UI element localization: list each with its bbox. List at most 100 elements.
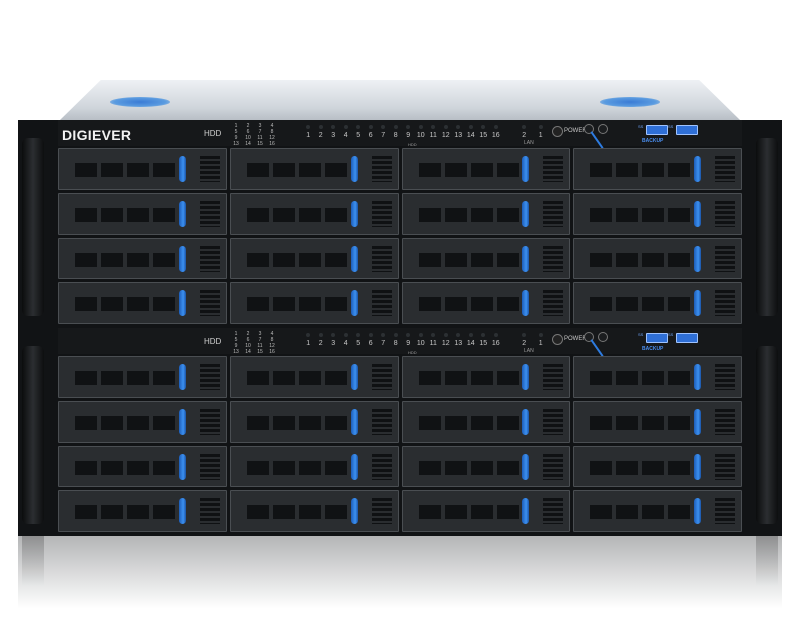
hdd-map-cell: 16: [269, 141, 275, 147]
drive-bay: [229, 282, 399, 324]
drive-bay: [573, 356, 742, 398]
hdd-led: [318, 333, 323, 337]
led-number: 16: [491, 132, 500, 139]
drive-bay: [229, 490, 399, 532]
hdd-led: [331, 125, 336, 129]
drive-handle-icon: [178, 200, 186, 227]
drive-handle-icon: [350, 453, 358, 480]
drive-bay: [58, 490, 227, 532]
led-number: 8: [393, 132, 398, 139]
drive-handle-icon: [522, 245, 530, 272]
lan-led-group: 2 1: [518, 333, 547, 348]
drive-handle-icon: [178, 245, 186, 272]
drive-handle-icon: [178, 364, 186, 390]
drive-handle-icon: [522, 453, 530, 480]
hdd-led: [343, 333, 348, 337]
backup-label: BACKUP: [642, 346, 664, 352]
drive-handle-icon: [350, 245, 358, 272]
led-number: 4: [343, 340, 348, 347]
brand-logo: DIGIEVER: [62, 127, 132, 143]
handle-reflection: [22, 536, 44, 586]
drive-handle-icon: [178, 156, 186, 182]
hdd-map-cell: 15: [257, 141, 263, 147]
usb-tag: SS: [638, 332, 644, 337]
hdd-led: [431, 333, 436, 337]
hdd-led: [431, 125, 436, 129]
bottom-unit: HDD 1 2 3 4 5 6 7 8 9 10 11 12 13 14 15 …: [18, 328, 782, 536]
led-number: 13: [454, 340, 463, 347]
drive-bay: [229, 237, 399, 280]
led-number: 13: [454, 132, 463, 139]
drive-handle-icon: [694, 453, 701, 480]
drive-bay-grid: [58, 356, 742, 532]
lan-led: [538, 333, 543, 337]
usb-port-icon: [676, 333, 698, 343]
drive-handle-icon: [522, 290, 530, 317]
lan-number: 2: [522, 132, 527, 139]
led-number: 1: [306, 340, 311, 347]
hdd-group-label: HDD: [408, 350, 417, 355]
drive-bay: [573, 490, 742, 532]
usb-port-icon: [676, 125, 698, 135]
led-number: 1: [306, 132, 311, 139]
led-number: 6: [368, 132, 373, 139]
hdd-led: [343, 125, 348, 129]
hdd-led: [456, 333, 461, 337]
lan-number: 1: [538, 132, 543, 139]
led-number: 8: [393, 340, 398, 347]
hdd-led-row: 1 2 3 4 5 6 7 8 9 10 11 12 13 14 15 16: [302, 125, 502, 140]
hdd-led: [418, 125, 423, 129]
drive-bay: [58, 237, 227, 280]
drive-bay: [401, 237, 571, 280]
hdd-map-cell: 14: [245, 141, 251, 147]
drive-bay: [229, 356, 399, 398]
hdd-led: [368, 333, 373, 337]
led-number: 9: [406, 340, 411, 347]
backup-label: BACKUP: [642, 138, 664, 144]
drive-bay: [401, 445, 571, 488]
drive-handle-icon: [522, 498, 530, 525]
drive-handle-icon: [694, 290, 701, 317]
led-number: 14: [466, 132, 475, 139]
hdd-led: [456, 125, 461, 129]
drive-bay: [229, 400, 399, 443]
top-unit: DIGIEVER HDD 1 2 3 4 5 6 7 8 9 10 11 12 …: [18, 120, 782, 328]
hdd-map-cell: 14: [245, 349, 251, 355]
usb-tag: SS: [668, 124, 674, 129]
led-number: 10: [416, 340, 425, 347]
drive-bay: [573, 148, 742, 190]
drive-handle-icon: [178, 408, 186, 435]
drive-handle-icon: [178, 290, 186, 317]
drive-bay: [58, 445, 227, 488]
drive-handle-icon: [694, 200, 701, 227]
front-button: [598, 124, 608, 134]
led-number: 3: [331, 132, 336, 139]
led-number: 2: [318, 132, 323, 139]
drive-handle-icon: [522, 364, 530, 390]
hdd-led: [468, 333, 473, 337]
lan-number: 1: [538, 340, 543, 347]
drive-handle-icon: [350, 498, 358, 525]
hdd-led: [306, 333, 311, 337]
hdd-led: [356, 125, 361, 129]
hdd-label: HDD: [204, 337, 222, 346]
hdd-led: [481, 333, 486, 337]
lan-led: [538, 125, 543, 129]
rack-handle-left: [22, 138, 44, 316]
led-number: 14: [466, 340, 475, 347]
drive-handle-icon: [350, 290, 358, 317]
drive-handle-icon: [350, 200, 358, 227]
lan-label: LAN: [524, 140, 534, 146]
drive-handle-icon: [178, 453, 186, 480]
led-number: 15: [479, 340, 488, 347]
led-number: 12: [441, 340, 450, 347]
drive-bay: [573, 282, 742, 324]
hdd-map: 1 2 3 4 5 6 7 8 9 10 11 12 13 14 15 16: [230, 331, 278, 355]
drive-bay: [58, 148, 227, 190]
hdd-led: [406, 333, 411, 337]
rack-handle-right: [756, 346, 778, 524]
drive-bay: [573, 400, 742, 443]
drive-bay: [573, 237, 742, 280]
drive-bay: [229, 445, 399, 488]
drive-bay: [58, 400, 227, 443]
